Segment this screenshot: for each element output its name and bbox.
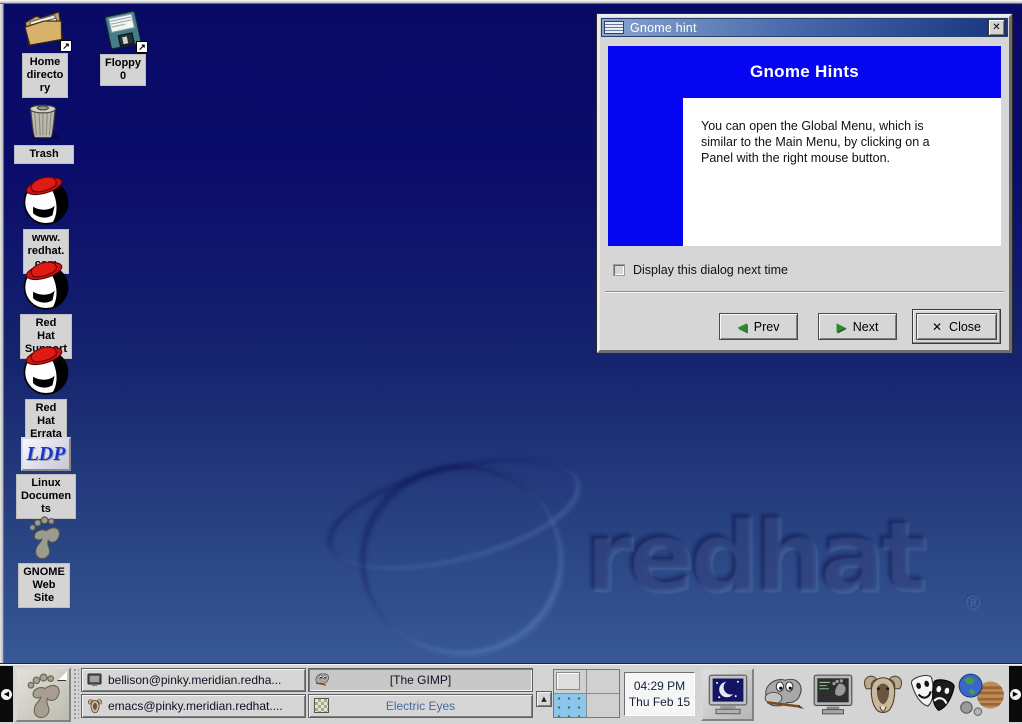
redhat-shadowman-icon: [19, 170, 73, 226]
hint-body-text: You can open the Global Menu, which is s…: [701, 118, 1001, 166]
titlebar-close-button[interactable]: ✕: [988, 19, 1005, 36]
hint-header-band: Gnome Hints: [608, 46, 1001, 98]
pager-desktop-2[interactable]: [587, 670, 619, 693]
hide-right-arrow-icon: ▶: [1010, 689, 1021, 700]
dialog-separator: [605, 291, 1004, 293]
bottom-panel: ◀ bellison@p: [0, 663, 1022, 724]
prev-arrow-icon: ◀: [738, 321, 747, 333]
display-dialog-checkbox[interactable]: [613, 264, 625, 276]
panel-hide-left-button[interactable]: ◀: [0, 666, 13, 722]
panel-grip-handle[interactable]: [73, 668, 79, 720]
comedy-tragedy-masks-icon: [908, 672, 958, 718]
hide-left-arrow-icon: ◀: [1, 689, 12, 700]
panel-hide-right-button[interactable]: ▶: [1009, 666, 1022, 722]
task-label: Electric Eyes: [386, 699, 455, 713]
hint-heading: Gnome Hints: [750, 62, 859, 82]
task-the-gimp[interactable]: [The GIMP]: [308, 668, 533, 692]
task-label: bellison@pinky.meridian.redha...: [108, 673, 281, 687]
desktop-pager: [553, 669, 620, 718]
desktop-icon-label: GNOME Web Site: [18, 563, 70, 608]
desktop-icon-label: Home directo ry: [22, 53, 69, 98]
next-button-label: Next: [853, 320, 879, 334]
desktop-icon-gnome-web-site[interactable]: GNOME Web Site: [8, 514, 80, 608]
desktop-icon-red-hat-errata[interactable]: Red Hat Errata: [8, 340, 84, 444]
gnome-main-menu-button[interactable]: [15, 667, 71, 722]
desktop: redhat ® ↗ Home directo ry: [0, 0, 1022, 724]
clock-date: Thu Feb 15: [629, 694, 690, 710]
close-x-icon: ✕: [932, 321, 942, 333]
redhat-shadowman-icon: [19, 340, 73, 396]
window-menu-icon[interactable]: [604, 21, 624, 34]
task-label: [The GIMP]: [390, 673, 451, 687]
gimp-launcher[interactable]: [758, 671, 808, 719]
redhat-shadowman-icon: [19, 255, 73, 311]
up-arrow-icon: ▲: [541, 695, 546, 703]
prev-button[interactable]: ◀ Prev: [719, 313, 798, 340]
screensaver-lock-button[interactable]: [701, 668, 754, 721]
theater-masks-launcher[interactable]: [908, 671, 958, 719]
hint-content-area: You can open the Global Menu, which is s…: [683, 98, 1001, 246]
dialog-titlebar[interactable]: Gnome hint ✕: [601, 18, 1008, 37]
prev-button-label: Prev: [754, 320, 780, 334]
clock-applet[interactable]: 04:29 PM Thu Feb 15: [624, 672, 695, 716]
desktop-icon-label: Linux Documen ts: [16, 474, 76, 519]
desktop-icon-label: Trash: [14, 145, 74, 164]
pager-desktop-3-active[interactable]: [554, 694, 586, 717]
link-emblem-icon: ↗: [136, 41, 148, 53]
pager-desktop-1[interactable]: [554, 670, 586, 693]
pager-desktop-4[interactable]: [587, 694, 619, 717]
desktop-icon-floppy-0[interactable]: ↗ Floppy 0: [86, 9, 160, 86]
next-arrow-icon: ▶: [837, 321, 846, 333]
display-dialog-checkbox-label: Display this dialog next time: [633, 263, 788, 277]
ldp-document-icon: LDP: [21, 437, 71, 471]
close-button-label: Close: [949, 320, 981, 334]
menu-indicator-triangle-icon: [58, 671, 67, 680]
redhat-watermark-registered: ®: [962, 590, 982, 614]
monitor-moon-icon: [706, 673, 750, 717]
tasklist: bellison@pinky.meridian.redha... emacs@p…: [81, 668, 533, 718]
top-edge-strip: [0, 0, 1022, 4]
gnu-icon: [87, 698, 103, 714]
planets-launcher[interactable]: [956, 671, 1006, 719]
gnome-terminal-launcher[interactable]: [808, 671, 858, 719]
next-button[interactable]: ▶ Next: [818, 313, 897, 340]
task-emacs[interactable]: emacs@pinky.meridian.redhat....: [81, 694, 306, 718]
redhat-watermark-text: redhat: [584, 500, 922, 614]
terminal-icon: [87, 672, 103, 688]
gnu-launcher[interactable]: [858, 671, 908, 719]
close-button[interactable]: ✕ Close: [916, 313, 997, 340]
earth-jupiter-planets-icon: [956, 672, 1006, 718]
desktop-icon-label: Floppy 0: [100, 54, 146, 86]
hint-blue-sidebar: [608, 98, 683, 246]
redhat-watermark-shadowman: [362, 466, 562, 654]
close-icon: ✕: [992, 22, 1000, 33]
pager-window-thumb: [556, 672, 580, 690]
dialog-title: Gnome hint: [630, 21, 697, 35]
gimp-wilber-icon: [759, 674, 807, 716]
desktop-icon-trash[interactable]: Trash: [10, 98, 78, 164]
clock-time: 04:29 PM: [634, 678, 685, 694]
default-button-ring: ✕ Close: [912, 309, 1001, 344]
electric-eyes-icon: [314, 698, 330, 714]
gimp-wilber-icon: [314, 672, 330, 688]
gnu-head-icon: [859, 672, 907, 718]
tasklist-expand-button[interactable]: ▲: [536, 691, 552, 707]
left-edge-strip: [0, 4, 4, 663]
terminal-foot-icon: [810, 672, 856, 718]
task-label: emacs@pinky.meridian.redhat....: [108, 699, 283, 713]
gnome-hint-dialog: Gnome hint ✕ Gnome Hints You can open th…: [597, 14, 1012, 353]
desktop-icon-linux-documents[interactable]: LDP Linux Documen ts: [8, 437, 84, 519]
task-bellison-terminal[interactable]: bellison@pinky.meridian.redha...: [81, 668, 306, 692]
task-electric-eyes[interactable]: Electric Eyes: [308, 694, 533, 718]
trash-icon: [24, 98, 64, 142]
gnome-foot-icon: [23, 514, 65, 560]
desktop-icon-home-directory[interactable]: ↗ Home directo ry: [6, 8, 84, 98]
link-emblem-icon: ↗: [60, 40, 72, 52]
